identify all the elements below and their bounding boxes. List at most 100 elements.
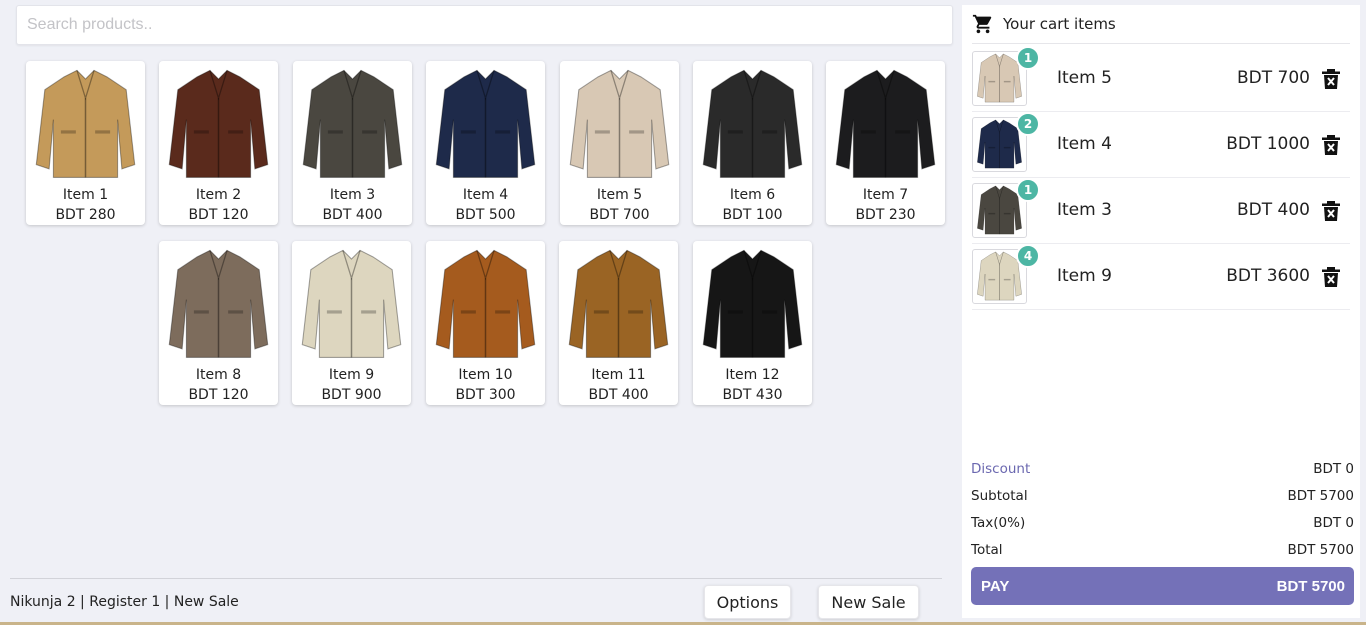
product-name: Item 2 (195, 187, 242, 203)
delete-icon[interactable] (1322, 201, 1340, 221)
product-price: BDT 400 (588, 387, 649, 403)
product-card[interactable]: Item 4 BDT 500 (426, 61, 545, 225)
jacket-icon (302, 69, 403, 178)
cart-item-name: Item 9 (1057, 266, 1112, 286)
product-name: Item 4 (462, 187, 509, 203)
product-card[interactable]: Item 8 BDT 120 (159, 241, 278, 405)
product-name: Item 11 (591, 367, 646, 383)
product-card[interactable]: Item 10 BDT 300 (426, 241, 545, 405)
jacket-icon (569, 69, 670, 178)
jacket-icon (835, 69, 936, 178)
product-image (699, 65, 806, 185)
discount-value: BDT 0 (1313, 461, 1354, 477)
product-card[interactable]: Item 9 BDT 900 (292, 241, 411, 405)
subtotal-label: Subtotal (971, 488, 1028, 504)
discount-row: Discount BDT 0 (971, 461, 1354, 481)
shopping-cart-icon (972, 14, 992, 34)
product-image (565, 245, 672, 365)
cart-item-price: BDT 1000 (1226, 134, 1310, 154)
product-price: BDT 280 (55, 207, 116, 223)
product-name: Item 6 (729, 187, 776, 203)
cart-item-row: 2 Item 4 BDT 1000 (972, 112, 1350, 178)
options-button[interactable]: Options (704, 585, 791, 619)
delete-icon[interactable] (1322, 135, 1340, 155)
jacket-icon (168, 69, 269, 178)
jacket-icon (435, 249, 536, 358)
product-name: Item 9 (328, 367, 375, 383)
cart-title: Your cart items (1003, 15, 1116, 33)
quantity-badge: 1 (1016, 46, 1040, 70)
cart-item-row: 1 Item 5 BDT 700 (972, 46, 1350, 112)
cart-item-name: Item 5 (1057, 68, 1112, 88)
jacket-icon (168, 249, 269, 358)
pay-button[interactable]: PAY BDT 5700 (971, 567, 1354, 605)
product-image (298, 245, 405, 365)
total-value: BDT 5700 (1287, 542, 1354, 558)
product-name: Item 7 (862, 187, 909, 203)
total-label: Total (971, 542, 1003, 558)
product-image (432, 245, 539, 365)
cart-header: Your cart items (972, 5, 1350, 44)
product-price: BDT 300 (455, 387, 516, 403)
quantity-badge: 4 (1016, 244, 1040, 268)
product-price: BDT 700 (589, 207, 650, 223)
product-image (165, 65, 272, 185)
product-price: BDT 900 (321, 387, 382, 403)
cart-item-price: BDT 400 (1237, 200, 1310, 220)
product-image (32, 65, 139, 185)
product-card[interactable]: Item 5 BDT 700 (560, 61, 679, 225)
jacket-icon (702, 69, 803, 178)
jacket-icon (435, 69, 536, 178)
quantity-badge: 1 (1016, 178, 1040, 202)
product-name: Item 12 (725, 367, 780, 383)
pay-label: PAY (981, 578, 1010, 595)
product-price: BDT 120 (188, 207, 249, 223)
total-row: Total BDT 5700 (971, 542, 1354, 562)
jacket-icon (568, 249, 669, 358)
new-sale-button[interactable]: New Sale (818, 585, 919, 619)
product-image (832, 65, 939, 185)
product-image (432, 65, 539, 185)
tax-row: Tax(0%) BDT 0 (971, 515, 1354, 535)
cart-item-name: Item 3 (1057, 200, 1112, 220)
product-image (699, 245, 806, 365)
product-card[interactable]: Item 12 BDT 430 (693, 241, 812, 405)
delete-icon[interactable] (1322, 267, 1340, 287)
product-name: Item 8 (195, 367, 242, 383)
cart-item-name: Item 4 (1057, 134, 1112, 154)
product-price: BDT 100 (722, 207, 783, 223)
product-name: Item 3 (329, 187, 376, 203)
product-name: Item 10 (458, 367, 513, 383)
tax-value: BDT 0 (1313, 515, 1354, 531)
product-price: BDT 120 (188, 387, 249, 403)
cart-item-row: 4 Item 9 BDT 3600 (972, 244, 1350, 310)
product-card[interactable]: Item 6 BDT 100 (693, 61, 812, 225)
product-card[interactable]: Item 7 BDT 230 (826, 61, 945, 225)
search-input[interactable] (16, 5, 953, 45)
cart-item-row: 1 Item 3 BDT 400 (972, 178, 1350, 244)
footer-divider (10, 578, 942, 579)
product-image (566, 65, 673, 185)
status-text: Nikunja 2 | Register 1 | New Sale (10, 594, 239, 610)
subtotal-row: Subtotal BDT 5700 (971, 488, 1354, 508)
product-card[interactable]: Item 1 BDT 280 (26, 61, 145, 225)
cart-item-price: BDT 700 (1237, 68, 1310, 88)
product-card[interactable]: Item 2 BDT 120 (159, 61, 278, 225)
discount-link[interactable]: Discount (971, 461, 1030, 477)
jacket-icon (35, 69, 136, 178)
tax-label: Tax(0%) (971, 515, 1026, 531)
product-price: BDT 230 (855, 207, 916, 223)
product-price: BDT 430 (722, 387, 783, 403)
pay-amount: BDT 5700 (1276, 578, 1345, 595)
product-image (165, 245, 272, 365)
product-card[interactable]: Item 3 BDT 400 (293, 61, 412, 225)
product-image (299, 65, 406, 185)
jacket-icon (301, 249, 402, 358)
product-price: BDT 500 (455, 207, 516, 223)
quantity-badge: 2 (1016, 112, 1040, 136)
cart-item-price: BDT 3600 (1226, 266, 1310, 286)
jacket-icon (702, 249, 803, 358)
product-card[interactable]: Item 11 BDT 400 (559, 241, 678, 405)
delete-icon[interactable] (1322, 69, 1340, 89)
subtotal-value: BDT 5700 (1287, 488, 1354, 504)
